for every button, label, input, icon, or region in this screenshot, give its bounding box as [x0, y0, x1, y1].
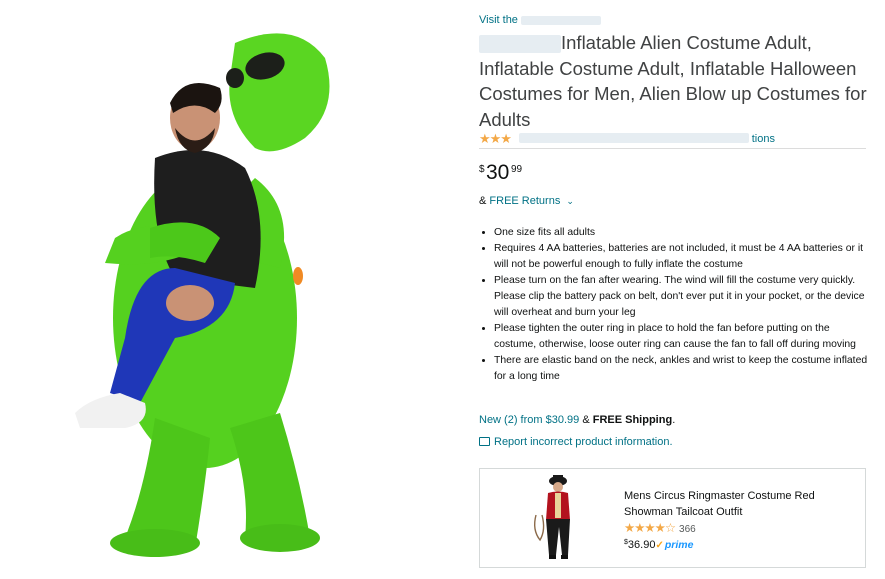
new-offers-period: .: [672, 414, 676, 426]
redacted-title-prefix: [479, 35, 561, 54]
price-whole: 30: [486, 161, 510, 184]
ad-product-title[interactable]: Mens Circus Ringmaster Costume Red Showm…: [624, 489, 854, 520]
redacted-store-name: [521, 15, 601, 25]
free-returns-link[interactable]: FREE Returns: [489, 195, 560, 207]
ad-price: $36.90✓prime: [624, 539, 693, 551]
returns-row: & FREE Returns ⌄: [479, 195, 574, 207]
new-offers-amp: &: [582, 414, 590, 426]
price-fraction: 99: [511, 164, 523, 175]
product-image[interactable]: [0, 0, 440, 579]
store-link[interactable]: Visit the: [479, 14, 601, 26]
ad-rating[interactable]: ★★★★☆ 366: [624, 520, 696, 535]
store-link-text[interactable]: Visit the: [479, 14, 518, 26]
ad-star-rating-icon[interactable]: ★★★★☆: [624, 521, 676, 535]
report-link[interactable]: Report incorrect product information.: [479, 436, 673, 448]
comment-icon: [479, 437, 490, 446]
ringmaster-costume-image[interactable]: [530, 475, 585, 563]
chevron-down-icon[interactable]: ⌄: [566, 196, 574, 206]
feature-bullets: One size fits all adults Requires 4 AA b…: [494, 225, 869, 385]
prime-check-icon: ✓: [655, 540, 664, 551]
ad-review-count[interactable]: 366: [679, 524, 696, 535]
returns-prefix: &: [479, 195, 487, 207]
feature-bullet: There are elastic band on the neck, ankl…: [494, 353, 869, 385]
new-offers-link[interactable]: New (2) from $30.99: [479, 414, 579, 426]
report-link-text[interactable]: Report incorrect product information.: [494, 436, 673, 448]
free-shipping-label: FREE Shipping: [592, 414, 673, 426]
alien-costume-image: [75, 33, 330, 557]
prime-badge: prime: [664, 539, 694, 551]
star-rating-icon[interactable]: ★★★: [479, 131, 512, 147]
feature-bullet: Please turn on the fan after wearing. Th…: [494, 273, 869, 321]
new-offers-row: New (2) from $30.99 & FREE Shipping.: [479, 414, 675, 426]
price-symbol: $: [479, 164, 485, 175]
divider: [479, 148, 866, 149]
redacted-rating-info: [519, 133, 749, 143]
sponsored-product-card[interactable]: Mens Circus Ringmaster Costume Red Showm…: [479, 468, 866, 568]
ratings-count-link[interactable]: tions: [752, 133, 775, 145]
feature-bullet: Requires 4 AA batteries, batteries are n…: [494, 241, 869, 273]
feature-bullet: Please tighten the outer ring in place t…: [494, 321, 869, 353]
feature-bullet: One size fits all adults: [494, 225, 869, 241]
ad-price-value: 36.90: [627, 539, 656, 551]
rating-row[interactable]: ★★★ tions: [479, 131, 867, 147]
product-title: Inflatable Alien Costume Adult, Inflatab…: [479, 30, 869, 132]
